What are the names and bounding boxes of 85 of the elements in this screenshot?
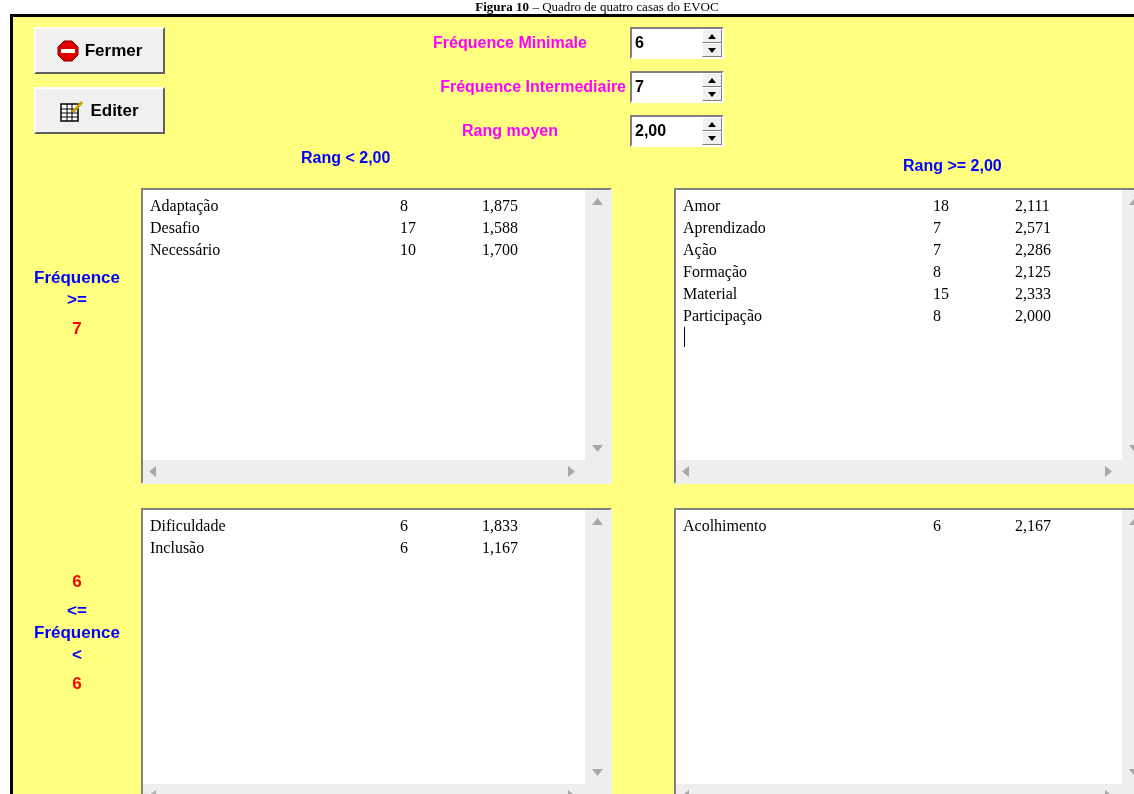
left-arrow-icon[interactable]: [149, 465, 156, 477]
frequency-cell-text: 8: [933, 306, 942, 326]
row-heading-text: <: [72, 644, 82, 666]
spin-up-button[interactable]: [702, 29, 722, 43]
figure-caption: Figura 10 – Quadro de quatro casas do EVOC: [475, 0, 719, 14]
frequency-cell-text: 17: [400, 218, 417, 238]
word-cell-text: Desafio: [150, 218, 201, 238]
rank-cell-text: 2,167: [1015, 516, 1052, 536]
down-arrow-icon[interactable]: [592, 445, 603, 452]
down-arrow-icon[interactable]: [592, 769, 603, 776]
row-heading-text: >=: [67, 289, 87, 311]
right-arrow-icon[interactable]: [1105, 465, 1112, 477]
spin-up-button[interactable]: [702, 117, 722, 131]
word-cell-text: Aprendizado: [683, 218, 767, 239]
rank-cell-text: 2,286: [1015, 240, 1052, 260]
rank-cell-text: 2,571: [1015, 218, 1052, 238]
word-list[interactable]: Adaptação 8 1,875 Desafio 17 1,588 Necessário 10 1,700: [141, 188, 612, 484]
number-spinner[interactable]: 7: [630, 71, 724, 103]
up-arrow-icon[interactable]: [592, 198, 603, 205]
rank-cell-text: 2,000: [1015, 306, 1052, 326]
rank-cell-text: 1,833: [482, 516, 519, 536]
spin-up-button[interactable]: [702, 73, 722, 87]
word-list[interactable]: Dificuldade 6 1,833 Inclusão 6 1,167: [141, 508, 612, 794]
frequency-cell-text: 6: [400, 538, 409, 558]
up-arrow-icon: [708, 33, 716, 39]
row-heading-text: <=: [67, 600, 87, 622]
rank-cell-text: 1,875: [482, 196, 519, 216]
word-list[interactable]: Amor 18 2,111 Aprendizado 7 2,571 Ação 7 2,286 Formação 8 2,125 Material 15 2,333 Participação 8 2,000: [674, 188, 1134, 484]
row-heading-text: Fréquence: [34, 267, 120, 289]
left-arrow-icon[interactable]: [682, 465, 689, 477]
word-cell-text: Amor: [683, 196, 722, 216]
word-cell-text: Necessário: [150, 240, 222, 260]
down-arrow-icon: [708, 135, 716, 141]
down-arrow-icon: [708, 91, 716, 97]
row-heading-text: 6: [72, 673, 82, 695]
stop-sign-icon: [56, 39, 79, 62]
column-heading: Rang < 2,00: [301, 149, 391, 166]
word-cell-text: Material: [683, 284, 739, 304]
word-cell-text: Adaptação: [150, 196, 220, 217]
spin-down-button[interactable]: [702, 87, 722, 101]
word-cell-text: Inclusão: [150, 538, 206, 558]
word-cell-text: Formação: [683, 262, 748, 283]
right-arrow-icon[interactable]: [568, 465, 575, 477]
frequency-cell-text: 7: [933, 218, 942, 238]
frequency-cell-text: 18: [933, 196, 950, 216]
column-heading: Rang >= 2,00: [903, 157, 1002, 174]
word-cell-text: Acolhimento: [683, 516, 768, 536]
up-arrow-icon: [708, 77, 716, 83]
word-cell-text: Ação: [683, 240, 718, 261]
vertical-scrollbar[interactable]: [585, 510, 610, 784]
word-cell-text: Participação: [683, 306, 764, 327]
rank-cell-text: 2,333: [1015, 284, 1052, 304]
rank-cell-text: 1,588: [482, 218, 519, 238]
frequency-cell-text: 7: [933, 240, 942, 260]
rank-cell-text: 2,125: [1015, 262, 1052, 282]
spin-down-button[interactable]: [702, 43, 722, 57]
frequency-cell-text: 10: [400, 240, 417, 260]
rank-cell-text: 1,700: [482, 240, 519, 260]
frequency-cell-text: 15: [933, 284, 950, 304]
frequency-cell-text: 8: [933, 262, 942, 282]
parameter-label: Fréquence Minimale: [432, 34, 588, 52]
down-arrow-icon: [708, 47, 716, 53]
up-arrow-icon: [708, 121, 716, 127]
frequency-cell-text: 8: [400, 196, 409, 216]
row-heading-text: Fréquence: [34, 622, 120, 644]
vertical-scrollbar[interactable]: [585, 190, 610, 460]
parameter-label: Rang moyen: [461, 122, 559, 140]
frequency-cell-text: 6: [400, 516, 409, 536]
word-cell-text: Dificuldade: [150, 516, 227, 536]
parameter-label: Fréquence Intermediaire: [439, 78, 627, 96]
word-list[interactable]: Acolhimento 6 2,167: [674, 508, 1134, 794]
horizontal-scrollbar[interactable]: [143, 460, 610, 482]
close-button[interactable]: Fermer: [34, 27, 165, 74]
up-arrow-icon[interactable]: [592, 518, 603, 525]
rank-cell-text: 2,111: [1015, 196, 1051, 216]
table-pencil-icon: [60, 99, 85, 122]
horizontal-scrollbar[interactable]: [676, 460, 1134, 482]
row-heading-text: 6: [72, 571, 82, 593]
row-heading-text: 7: [72, 318, 82, 340]
number-spinner[interactable]: 2,00: [630, 115, 724, 147]
edit-button[interactable]: Editer: [34, 87, 165, 134]
rank-cell-text: 1,167: [482, 538, 519, 558]
frequency-cell-text: 6: [933, 516, 942, 536]
number-spinner[interactable]: 6: [630, 27, 724, 59]
spin-down-button[interactable]: [702, 131, 722, 145]
